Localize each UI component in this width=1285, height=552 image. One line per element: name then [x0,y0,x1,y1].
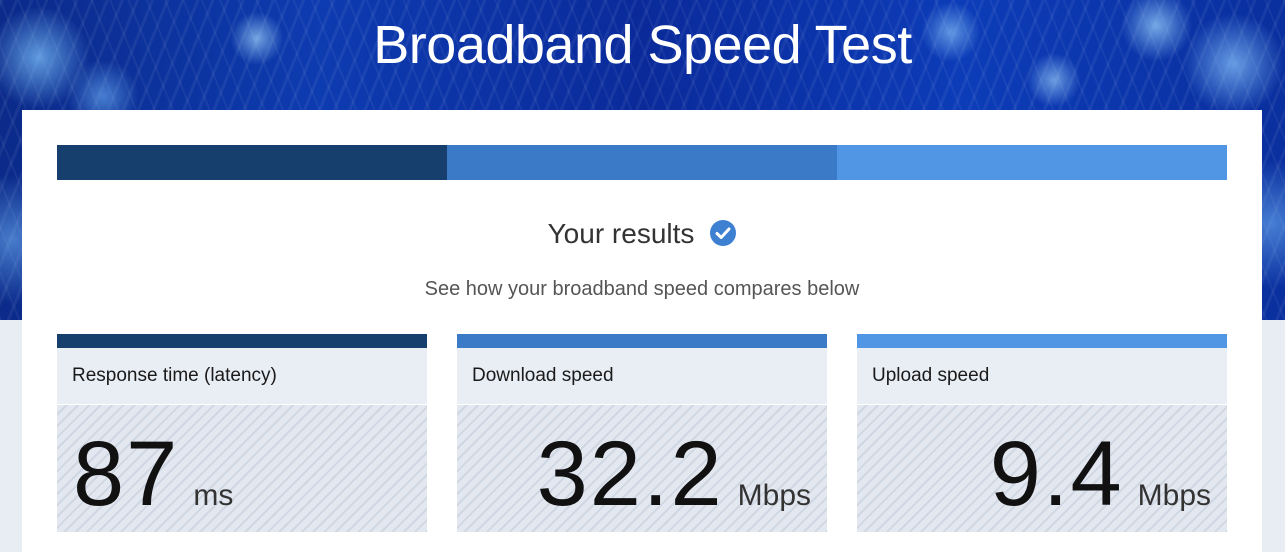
metric-unit: Mbps [1137,479,1211,512]
results-subtitle: See how your broadband speed compares be… [424,278,860,300]
metric-value: 9.4 [989,423,1124,525]
metric-label: Download speed [457,348,827,405]
metric-label: Upload speed [857,348,1227,405]
metric-unit: Mbps [737,479,811,512]
progress-segment-upload [837,145,1227,180]
check-circle-icon [710,219,737,246]
metric-upload: Upload speed 9.4 Mbps [857,334,1227,532]
metric-unit: ms [193,479,234,512]
metric-download: Download speed 32.2 Mbps [457,334,827,532]
metric-value: 32.2 [536,423,724,525]
progress-segment-download [447,145,837,180]
metric-accent-bar [57,334,427,348]
test-progress-bar [57,145,1227,180]
results-card: Your results See how your broadband spee… [22,110,1262,552]
metric-value-area: 87 ms [57,405,427,532]
results-heading-text: Your results [547,218,695,249]
metric-accent-bar [457,334,827,348]
metric-value: 87 [73,423,180,525]
metric-value-wrap: 87 ms [73,428,233,520]
metrics-row: Response time (latency) 87 ms Download sp… [57,334,1227,532]
metric-label: Response time (latency) [57,348,427,405]
metric-value-wrap: 9.4 Mbps [990,428,1211,520]
metric-value-area: 32.2 Mbps [457,405,827,532]
progress-segment-latency [57,145,447,180]
metric-accent-bar [857,334,1227,348]
results-heading: Your results [22,218,1262,250]
metric-value-area: 9.4 Mbps [857,405,1227,532]
metric-latency: Response time (latency) 87 ms [57,334,427,532]
page-title: Broadband Speed Test [373,15,912,75]
metric-value-wrap: 32.2 Mbps [537,428,811,520]
